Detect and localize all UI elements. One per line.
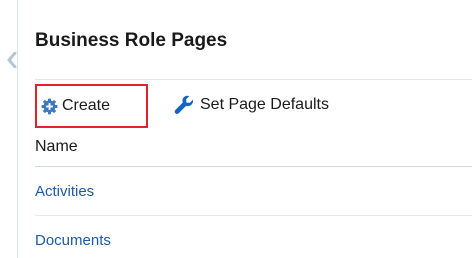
set-page-defaults-button[interactable]: Set Page Defaults [173, 93, 329, 117]
create-button-label: Create [62, 97, 111, 114]
left-rail-divider [17, 0, 18, 258]
column-header-name: Name [35, 138, 78, 155]
table-row: Documents [35, 216, 472, 258]
add-gear-icon [41, 98, 58, 114]
collapse-panel-button[interactable] [6, 51, 18, 69]
page-title: Business Role Pages [35, 30, 228, 51]
chevron-left-icon [7, 51, 17, 69]
business-role-pages-panel: Business Role Pages Create Set Page Defa… [0, 0, 472, 258]
wrench-icon [174, 95, 194, 114]
set-page-defaults-label: Set Page Defaults [200, 96, 329, 113]
table-row: Activities [35, 167, 472, 216]
toolbar-divider [35, 79, 472, 80]
row-link-activities[interactable]: Activities [35, 183, 94, 200]
create-button[interactable]: Create [35, 84, 148, 128]
row-link-documents[interactable]: Documents [35, 232, 111, 249]
